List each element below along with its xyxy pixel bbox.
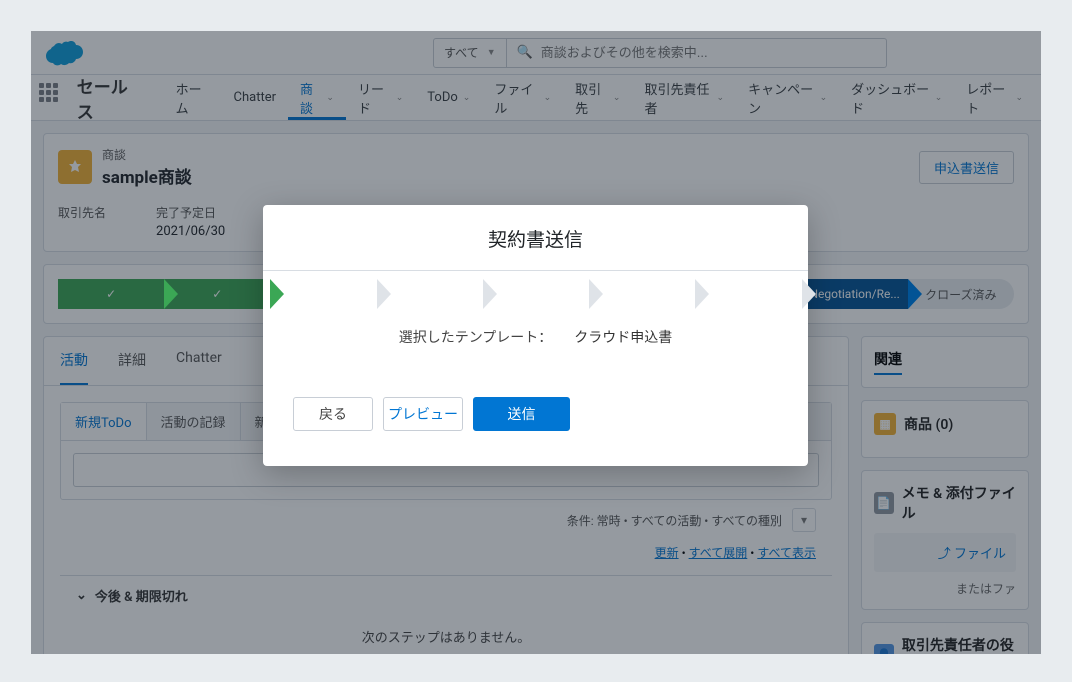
template-label: 選択したテンプレート： xyxy=(399,327,553,347)
modal-title: 契約書送信 xyxy=(263,205,808,271)
back-button[interactable]: 戻る xyxy=(293,397,373,431)
preview-button[interactable]: プレビュー xyxy=(383,397,463,431)
send-button[interactable]: 送信 xyxy=(473,397,570,431)
send-contract-modal: 契約書送信 選択したテンプレート： クラウド申込書 戻る プレビュー 送信 xyxy=(263,205,808,466)
template-name: クラウド申込書 xyxy=(574,327,672,347)
